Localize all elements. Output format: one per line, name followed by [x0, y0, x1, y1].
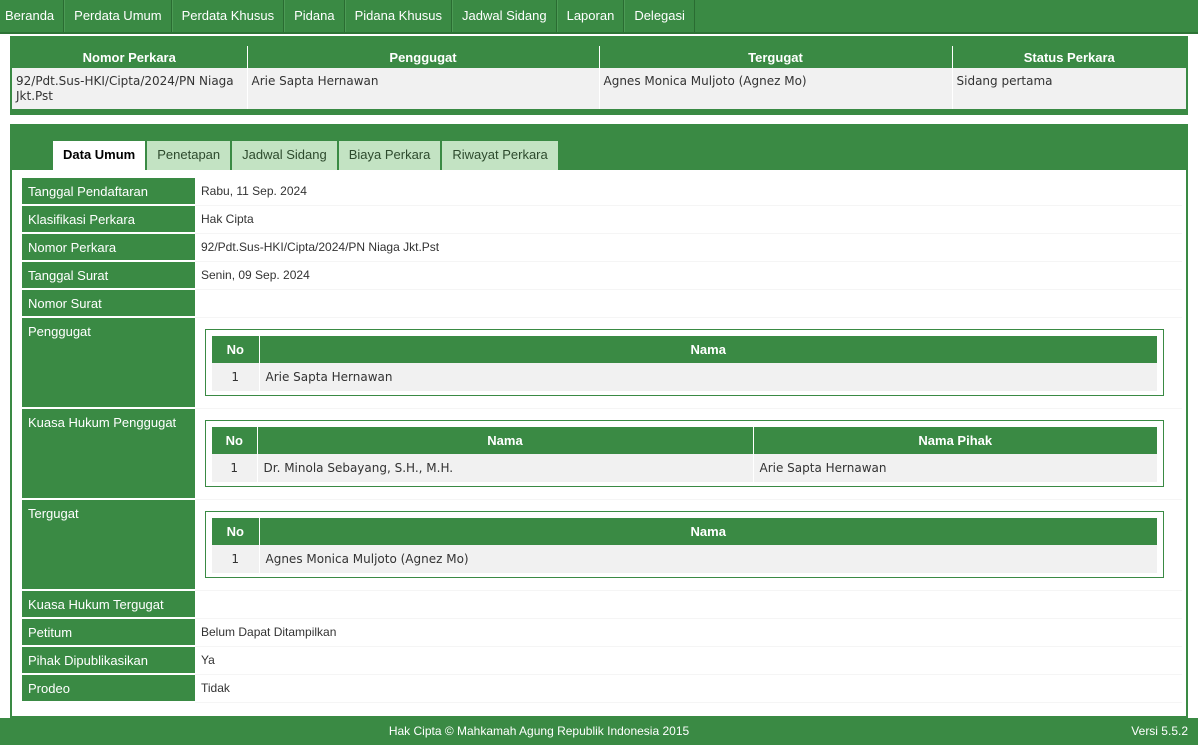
footer-version: Versi 5.5.2: [1131, 724, 1188, 738]
summary-header-nomor-perkara: Nomor Perkara: [12, 38, 247, 68]
field-value: Ya: [195, 647, 1182, 675]
data-umum-fields: Tanggal Pendaftaran Rabu, 11 Sep. 2024 K…: [22, 178, 1182, 703]
table-row: 1 Arie Sapta Hernawan: [212, 363, 1157, 391]
field-value: [195, 591, 1182, 619]
cell-nama: Dr. Minola Sebayang, S.H., M.H.: [256, 454, 753, 482]
column-header-nama: Nama: [256, 427, 753, 454]
nav-jadwal-sidang[interactable]: Jadwal Sidang: [452, 0, 557, 32]
field-value: No Nama 1 Agnes Monica Muljoto (Agnez Mo…: [195, 500, 1182, 591]
kuasa-penggugat-table: No Nama Nama Pihak 1 Dr. Minola Sebayang…: [212, 427, 1157, 482]
cell-no: 1: [212, 363, 259, 391]
penggugat-table-box: No Nama 1 Arie Sapta Hernawan: [205, 329, 1164, 396]
footer: Hak Cipta © Mahkamah Agung Republik Indo…: [0, 718, 1198, 745]
column-header-nama: Nama: [258, 336, 1157, 363]
tab-riwayat-perkara[interactable]: Riwayat Perkara: [441, 140, 559, 170]
column-header-no: No: [212, 336, 259, 363]
summary-header-status-perkara: Status Perkara: [951, 38, 1186, 68]
nav-pidana-khusus[interactable]: Pidana Khusus: [344, 0, 453, 32]
nav-delegasi[interactable]: Delegasi: [624, 0, 695, 32]
field-kuasa-hukum-penggugat: Kuasa Hukum Penggugat No Nama Nama Pihak…: [22, 409, 1182, 500]
field-value: No Nama 1 Arie Sapta Hernawan: [195, 318, 1182, 409]
field-value: Hak Cipta: [195, 206, 1182, 234]
cell-no: 1: [212, 545, 259, 573]
field-tanggal-surat: Tanggal Surat Senin, 09 Sep. 2024: [22, 262, 1182, 290]
field-value: No Nama Nama Pihak 1 Dr. Minola Sebayang…: [195, 409, 1182, 500]
field-nomor-perkara: Nomor Perkara 92/Pdt.Sus-HKI/Cipta/2024/…: [22, 234, 1182, 262]
field-label: Tanggal Surat: [22, 262, 195, 290]
field-klasifikasi-perkara: Klasifikasi Perkara Hak Cipta: [22, 206, 1182, 234]
field-label: Pihak Dipublikasikan: [22, 647, 195, 675]
top-navigation: Beranda Perdata Umum Perdata Khusus Pida…: [0, 0, 1198, 34]
tab-biaya-perkara[interactable]: Biaya Perkara: [337, 140, 442, 170]
summary-tergugat: Agnes Monica Muljoto (Agnez Mo): [598, 68, 952, 109]
summary-header-penggugat: Penggugat: [246, 38, 599, 68]
footer-copyright: Hak Cipta © Mahkamah Agung Republik Indo…: [388, 724, 690, 738]
tergugat-table: No Nama 1 Agnes Monica Muljoto (Agnez Mo…: [212, 518, 1157, 573]
summary-penggugat: Arie Sapta Hernawan: [246, 68, 599, 109]
field-tergugat: Tergugat No Nama 1 Agnes Monica Muljoto …: [22, 500, 1182, 591]
tab-data-umum[interactable]: Data Umum: [52, 140, 147, 170]
field-tanggal-pendaftaran: Tanggal Pendaftaran Rabu, 11 Sep. 2024: [22, 178, 1182, 206]
field-label: Petitum: [22, 619, 195, 647]
field-label: Kuasa Hukum Penggugat: [22, 409, 195, 500]
field-value: Belum Dapat Ditampilkan: [195, 619, 1182, 647]
field-value: 92/Pdt.Sus-HKI/Cipta/2024/PN Niaga Jkt.P…: [195, 234, 1182, 262]
field-label: Tanggal Pendaftaran: [22, 178, 195, 206]
cell-nama-pihak: Arie Sapta Hernawan: [752, 454, 1157, 482]
nav-pidana[interactable]: Pidana: [284, 0, 345, 32]
summary-status-perkara: Sidang pertama: [951, 68, 1186, 109]
field-kuasa-hukum-tergugat: Kuasa Hukum Tergugat: [22, 591, 1182, 619]
kuasa-penggugat-table-box: No Nama Nama Pihak 1 Dr. Minola Sebayang…: [205, 420, 1164, 487]
case-summary-table: Nomor Perkara Penggugat Tergugat Status …: [12, 38, 1186, 109]
column-header-nama: Nama: [258, 518, 1157, 545]
field-label: Klasifikasi Perkara: [22, 206, 195, 234]
tergugat-table-box: No Nama 1 Agnes Monica Muljoto (Agnez Mo…: [205, 511, 1164, 578]
penggugat-table: No Nama 1 Arie Sapta Hernawan: [212, 336, 1157, 391]
table-row: 1 Dr. Minola Sebayang, S.H., M.H. Arie S…: [212, 454, 1157, 482]
column-header-nama-pihak: Nama Pihak: [752, 427, 1157, 454]
detail-tabs: Data Umum Penetapan Jadwal Sidang Biaya …: [52, 140, 559, 170]
cell-no: 1: [212, 454, 257, 482]
nav-beranda[interactable]: Beranda: [0, 0, 65, 32]
field-pihak-dipublikasikan: Pihak Dipublikasikan Ya: [22, 647, 1182, 675]
field-nomor-surat: Nomor Surat: [22, 290, 1182, 318]
nav-perdata-khusus[interactable]: Perdata Khusus: [171, 0, 285, 32]
summary-nomor-perkara: 92/Pdt.Sus-HKI/Cipta/2024/PN Niaga Jkt.P…: [12, 68, 247, 109]
tab-jadwal-sidang[interactable]: Jadwal Sidang: [231, 140, 338, 170]
cell-nama: Arie Sapta Hernawan: [258, 363, 1157, 391]
tab-content-data-umum: Tanggal Pendaftaran Rabu, 11 Sep. 2024 K…: [12, 170, 1186, 716]
nav-laporan[interactable]: Laporan: [556, 0, 625, 32]
field-petitum: Petitum Belum Dapat Ditampilkan: [22, 619, 1182, 647]
field-prodeo: Prodeo Tidak: [22, 675, 1182, 703]
field-label: Kuasa Hukum Tergugat: [22, 591, 195, 619]
case-summary: Nomor Perkara Penggugat Tergugat Status …: [10, 36, 1188, 115]
tab-penetapan[interactable]: Penetapan: [146, 140, 232, 170]
summary-header-tergugat: Tergugat: [598, 38, 952, 68]
case-detail-panel: Data Umum Penetapan Jadwal Sidang Biaya …: [10, 124, 1188, 718]
nav-perdata-umum[interactable]: Perdata Umum: [64, 0, 172, 32]
cell-nama: Agnes Monica Muljoto (Agnez Mo): [258, 545, 1157, 573]
field-label: Nomor Surat: [22, 290, 195, 318]
column-header-no: No: [212, 518, 259, 545]
field-value: [195, 290, 1182, 318]
field-value: Tidak: [195, 675, 1182, 703]
field-label: Tergugat: [22, 500, 195, 591]
field-label: Nomor Perkara: [22, 234, 195, 262]
field-value: Senin, 09 Sep. 2024: [195, 262, 1182, 290]
field-penggugat: Penggugat No Nama 1 Arie Sapta Hernawan: [22, 318, 1182, 409]
column-header-no: No: [212, 427, 257, 454]
table-row: 1 Agnes Monica Muljoto (Agnez Mo): [212, 545, 1157, 573]
field-value: Rabu, 11 Sep. 2024: [195, 178, 1182, 206]
field-label: Prodeo: [22, 675, 195, 703]
field-label: Penggugat: [22, 318, 195, 409]
